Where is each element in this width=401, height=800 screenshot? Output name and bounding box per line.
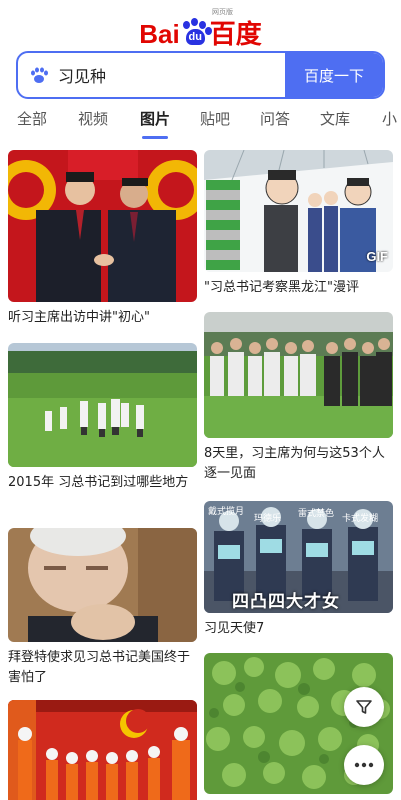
logo-wordmark: Bai du 百度 [0, 14, 401, 51]
angel-banner: 四凸四大才女 [232, 592, 340, 612]
active-tab-indicator [142, 136, 168, 139]
paw-logo-icon: du [180, 18, 212, 46]
result-image[interactable] [8, 150, 197, 302]
logo-text-bai: Bai [139, 19, 180, 49]
result-image[interactable]: GIF [204, 150, 393, 272]
result-image[interactable] [8, 700, 197, 800]
logo-text-du: du [185, 29, 205, 45]
tab-qa[interactable]: 问答 [260, 108, 290, 129]
result-card[interactable]: 2015年 习总书记到过哪些地方 [8, 343, 197, 518]
result-caption[interactable]: 听习主席出访中讲"初心" [8, 308, 197, 328]
result-image[interactable] [204, 312, 393, 438]
tab-all[interactable]: 全部 [17, 108, 47, 129]
angel-label: 玛德乐 [254, 514, 282, 524]
result-card[interactable]: 戴式揽月 玛德乐 雷式禁色 卡式发糊 四凸四大才女 习见天使7 [204, 501, 393, 643]
tab-images[interactable]: 图片 [140, 108, 170, 129]
search-bar: 习见种 百度一下 [16, 51, 385, 99]
search-button[interactable]: 百度一下 [285, 53, 383, 97]
tab-more[interactable]: 小 [382, 108, 397, 129]
angel-label: 戴式揽月 [208, 507, 245, 517]
tab-wenku[interactable]: 文库 [320, 108, 350, 129]
result-image[interactable] [8, 528, 197, 642]
paw-search-icon [31, 67, 48, 83]
filter-icon [356, 700, 372, 714]
more-button[interactable] [344, 745, 384, 785]
angel-label: 卡式发糊 [342, 514, 379, 524]
result-caption[interactable]: 习见天使7 [204, 619, 393, 639]
result-caption[interactable]: 拜登特使求见习总书记美国终于害怕了 [8, 648, 197, 688]
result-card[interactable]: 听习主席出访中讲"初心" [8, 150, 197, 335]
search-field[interactable]: 习见种 [18, 53, 285, 97]
result-image[interactable]: 戴式揽月 玛德乐 雷式禁色 卡式发糊 四凸四大才女 [204, 501, 393, 613]
result-caption[interactable]: "习总书记考察黑龙江"漫评 [204, 278, 393, 298]
result-caption[interactable]: 8天里，习主席为何与这53个人逐一见面 [204, 444, 393, 484]
logo-text-baidu-cn: 百度 [209, 19, 262, 49]
result-card[interactable]: 拜登特使求见习总书记美国终于害怕了 [8, 528, 197, 690]
more-dots-icon [354, 762, 374, 768]
filter-button[interactable] [344, 687, 384, 727]
result-card[interactable]: GIF "习总书记考察黑龙江"漫评 [204, 150, 393, 302]
result-card[interactable]: 8天里，习主席为何与这53个人逐一见面 [204, 312, 393, 490]
baidu-logo[interactable]: 网页版 Bai du 百度 [0, 4, 401, 49]
search-input[interactable]: 习见种 [58, 63, 106, 87]
tab-video[interactable]: 视频 [78, 108, 108, 129]
result-card[interactable] [8, 700, 197, 800]
tab-tieba[interactable]: 贴吧 [200, 108, 230, 129]
angel-label: 雷式禁色 [298, 509, 335, 519]
category-tabs: 全部 视频 图片 贴吧 问答 文库 小 [0, 108, 401, 139]
result-image[interactable] [8, 343, 197, 467]
gif-badge: GIF [366, 249, 388, 264]
result-caption[interactable]: 2015年 习总书记到过哪些地方 [8, 473, 197, 493]
